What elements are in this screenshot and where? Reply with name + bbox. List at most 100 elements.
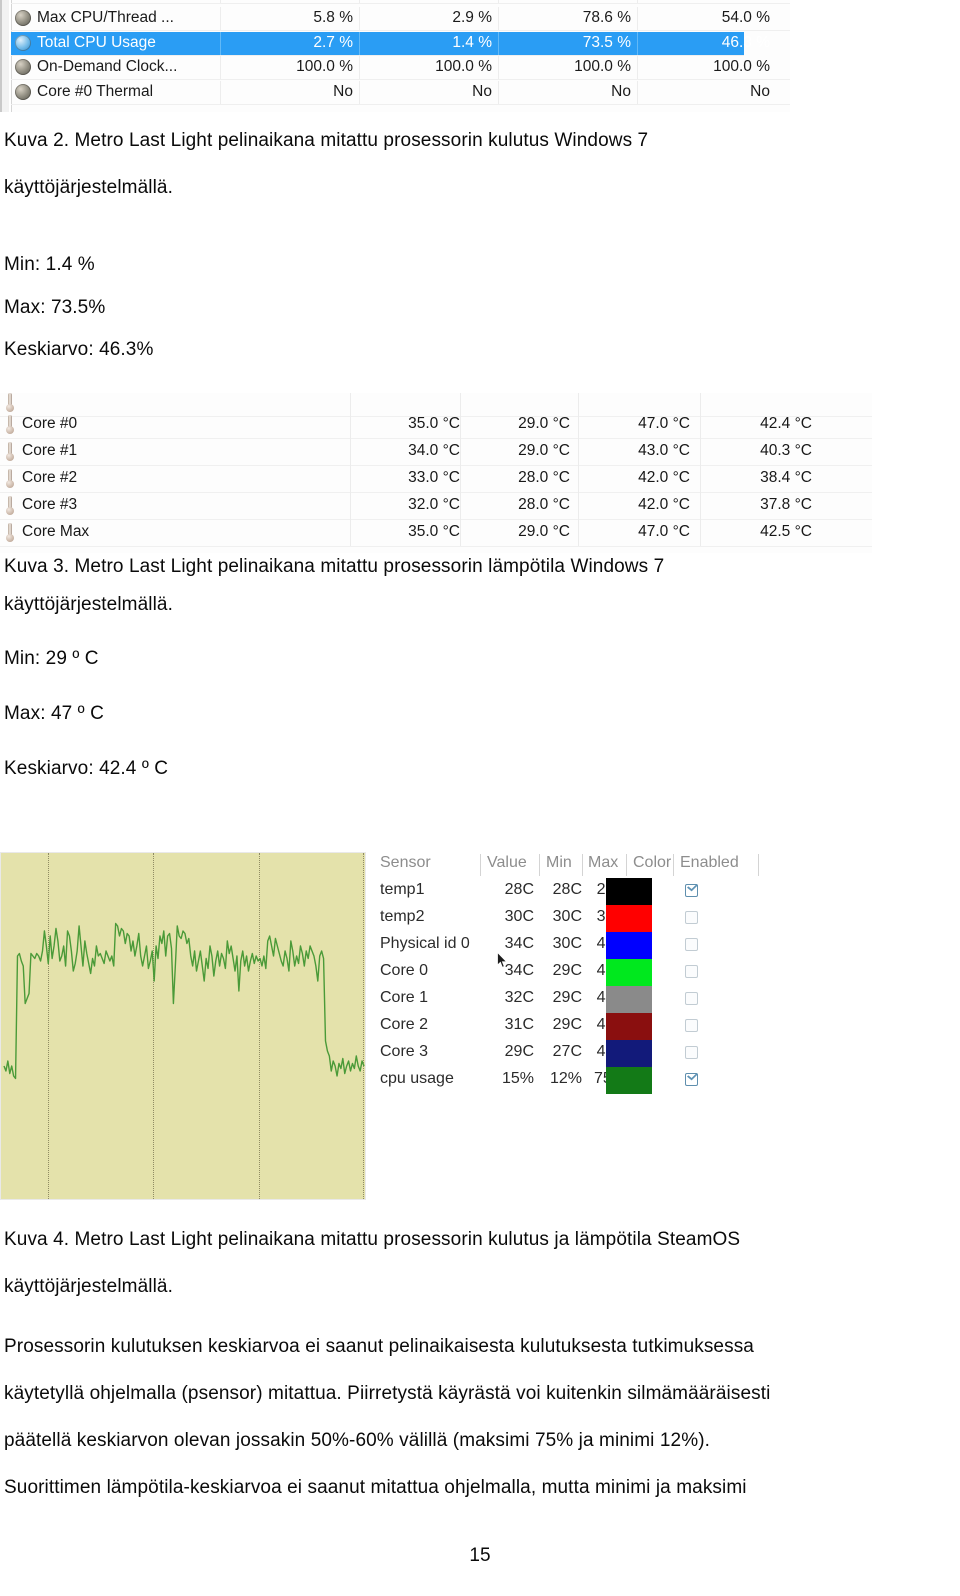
table-row[interactable]: Core #1 34.0 °C 29.0 °C 43.0 °C 40.3 °C [0, 438, 872, 466]
sensor-enabled-checkbox[interactable] [685, 884, 698, 897]
row-minimum: 2.9 % [452, 9, 492, 26]
sensor-name: cpu usage [380, 1070, 454, 1087]
caption-line: käyttöjärjestelmällä. [4, 177, 173, 198]
row-current: 33.0 °C [408, 469, 460, 486]
row-label: Core #0 Thermal [37, 83, 154, 100]
sensor-color-swatch[interactable] [606, 1067, 652, 1094]
row-maximum: 42.0 °C [638, 496, 690, 513]
sensor-row[interactable]: Core 3 29C 27C 43C [380, 1040, 780, 1067]
sensor-min: 27C [552, 1043, 582, 1060]
page-number: 15 [469, 1545, 491, 1566]
sensor-min: 12% [549, 1070, 582, 1087]
sensor-row[interactable]: Core 1 32C 29C 44C [380, 986, 780, 1013]
cpu-chip-icon [15, 84, 31, 100]
row-maximum: 78.6 % [582, 9, 631, 26]
row-minimum: 100.0 % [435, 58, 492, 75]
table-row[interactable]: On-Demand Clock... 100.0 % 100.0 % 100.0… [11, 56, 790, 80]
sensor-row[interactable]: temp2 30C 30C 30C [380, 905, 780, 932]
stat-max-usage: Max: 73.5% [4, 297, 106, 318]
paragraph-line: Suorittimen lämpötila-keskiarvoa ei saan… [4, 1477, 747, 1498]
row-average: 38.4 °C [760, 469, 812, 486]
sensor-row[interactable]: Core 2 31C 29C 42C [380, 1013, 780, 1040]
row-minimum: 29.0 °C [518, 523, 570, 540]
sensor-enabled-checkbox[interactable] [685, 911, 698, 924]
row-current: No [333, 83, 353, 100]
row-minimum: No [472, 83, 492, 100]
sensor-value: 31C [504, 1016, 534, 1033]
row-average: 37.8 °C [760, 496, 812, 513]
row-minimum: 28.0 °C [518, 496, 570, 513]
paragraph-line: käytetyllä ohjelmalla (psensor) mitattua… [4, 1383, 771, 1404]
row-minimum: 1.4 % [452, 34, 492, 51]
sensor-enabled-checkbox[interactable] [685, 938, 698, 951]
row-current: 34.0 °C [408, 442, 460, 459]
sensor-name: Core 1 [380, 989, 429, 1006]
column-header-enabled[interactable]: Enabled [680, 854, 739, 878]
stat-max-temp: Max: 47 º C [4, 703, 104, 724]
sensor-min: 30C [552, 908, 582, 925]
row-average: 42.4 °C [760, 415, 812, 432]
sensor-row[interactable]: cpu usage 15% 12% 75% [380, 1067, 780, 1094]
row-current: 32.0 °C [408, 496, 460, 513]
sensor-enabled-checkbox[interactable] [685, 992, 698, 1005]
sensor-value: 32C [504, 989, 534, 1006]
stat-min-temp: Min: 29 º C [4, 648, 99, 669]
table-row[interactable]: Core #0 Thermal No No No No [11, 81, 790, 105]
table-row[interactable]: Core #3 32.0 °C 28.0 °C 42.0 °C 37.8 °C [0, 492, 872, 520]
column-header-sensor[interactable]: Sensor [380, 854, 431, 878]
stat-avg-usage: Keskiarvo: 46.3% [4, 339, 154, 360]
cpu-chip-icon [15, 59, 31, 75]
table-row-selected[interactable]: Total CPU Usage 2.7 % 1.4 % 73.5 % 46.3 … [11, 32, 770, 56]
column-header-value[interactable]: Value [487, 854, 527, 878]
sensor-name: Core 3 [380, 1043, 429, 1060]
column-header-min[interactable]: Min [546, 854, 572, 878]
column-header-max[interactable]: Max [588, 854, 618, 878]
sensor-color-swatch[interactable] [606, 959, 652, 986]
sensor-color-swatch[interactable] [606, 905, 652, 932]
row-minimum: 28.0 °C [518, 469, 570, 486]
row-maximum: 42.0 °C [638, 469, 690, 486]
sensor-enabled-checkbox[interactable] [685, 1019, 698, 1032]
table-row[interactable]: Max CPU/Thread ... 5.8 % 2.9 % 78.6 % 54… [11, 7, 790, 31]
sensor-color-swatch[interactable] [606, 1040, 652, 1067]
row-maximum: 100.0 % [574, 58, 631, 75]
cpu-usage-graph [0, 852, 366, 1200]
sensor-color-swatch[interactable] [606, 878, 652, 905]
stat-min-usage: Min: 1.4 % [4, 254, 95, 275]
cpu-temperature-screenshot: Core #0 35.0 °C 29.0 °C 47.0 °C 42.4 °C … [0, 393, 872, 553]
sensor-color-swatch[interactable] [606, 986, 652, 1013]
sensor-enabled-checkbox[interactable] [685, 1046, 698, 1059]
sensor-value: 34C [504, 935, 534, 952]
caption-kuva-3: Kuva 3. Metro Last Light pelinaikana mit… [4, 548, 664, 624]
sensor-min: 29C [552, 989, 582, 1006]
row-label: Total CPU Usage [37, 34, 156, 51]
row-label: Core #2 [22, 469, 78, 486]
mouse-cursor-icon [497, 952, 508, 968]
row-current: 5.8 % [313, 9, 353, 26]
paragraph-line: päätellä keskiarvon olevan jossakin 50%-… [4, 1430, 711, 1451]
cpu-usage-screenshot: Core #3 Usage 5.5 % 5.5 % 79.5 % 51.1 % … [0, 0, 790, 112]
row-average: 42.5 °C [760, 523, 812, 540]
sensor-enabled-checkbox[interactable] [685, 1073, 698, 1086]
table-row[interactable]: Core #3 Usage 5.5 % 5.5 % 79.5 % 51.1 % [11, 0, 790, 4]
sensor-table: Sensor Value Min Max Color Enabled temp1… [380, 852, 780, 1102]
sensor-row[interactable]: temp1 28C 28C 28C [380, 878, 780, 905]
row-average: 40.3 °C [760, 442, 812, 459]
row-label: On-Demand Clock... [37, 58, 178, 75]
table-row[interactable]: Core Max 35.0 °C 29.0 °C 47.0 °C 42.5 °C [0, 519, 872, 547]
row-maximum: 73.5 % [582, 34, 631, 51]
paragraph-line: Prosessorin kulutuksen keskiarvoa ei saa… [4, 1336, 754, 1357]
sensor-color-swatch[interactable] [606, 1013, 652, 1040]
caption-kuva-4: Kuva 4. Metro Last Light pelinaikana mit… [4, 1216, 740, 1310]
sensor-row[interactable]: Core 0 34C 29C 48C [380, 959, 780, 986]
body-paragraph: Prosessorin kulutuksen keskiarvoa ei saa… [4, 1323, 770, 1511]
table-row[interactable]: Core #0 35.0 °C 29.0 °C 47.0 °C 42.4 °C [0, 411, 872, 439]
table-row[interactable]: Core #2 33.0 °C 28.0 °C 42.0 °C 38.4 °C [0, 465, 872, 493]
sensor-enabled-checkbox[interactable] [685, 965, 698, 978]
column-header-color[interactable]: Color [633, 854, 671, 878]
row-label: Max CPU/Thread ... [37, 9, 174, 26]
cpu-usage-line-series [3, 922, 365, 1080]
sensor-color-swatch[interactable] [606, 932, 652, 959]
caption-line: käyttöjärjestelmällä. [4, 594, 173, 615]
sensor-row[interactable]: Physical id 0 34C 30C 48C [380, 932, 780, 959]
